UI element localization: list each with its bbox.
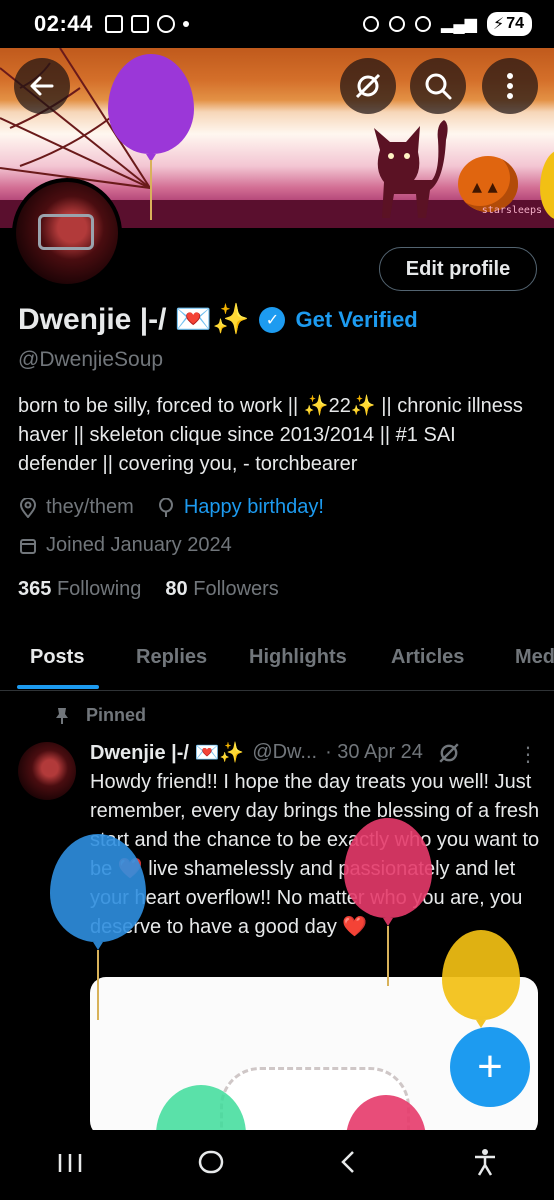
pinned-label-row: Pinned bbox=[54, 705, 146, 726]
joined-date: Joined January 2024 bbox=[46, 534, 232, 556]
balloon-blue bbox=[50, 834, 146, 942]
signal-icon: ▂▄▆ bbox=[441, 16, 477, 33]
post-text-part2: live shamelessly and passionately and le… bbox=[90, 858, 523, 938]
tab-highlights[interactable]: Highlights bbox=[249, 646, 347, 669]
display-name: Dwenjie |-/ 💌✨ bbox=[18, 303, 250, 336]
banner-signature: starsleeps bbox=[481, 205, 542, 216]
balloon-string bbox=[97, 950, 99, 1020]
system-back-button[interactable] bbox=[338, 1149, 358, 1182]
tab-articles[interactable]: Articles bbox=[391, 646, 464, 669]
notification-icons bbox=[104, 15, 189, 33]
black-cat-illustration bbox=[374, 120, 448, 218]
tab-replies[interactable]: Replies bbox=[136, 646, 207, 669]
home-circle-icon bbox=[198, 1150, 223, 1173]
home-button[interactable] bbox=[198, 1149, 224, 1182]
balloon-string bbox=[387, 926, 389, 986]
mute-icon bbox=[363, 16, 380, 32]
drum-kit-shape bbox=[38, 214, 94, 250]
post-date[interactable]: · 30 Apr 24 bbox=[325, 741, 423, 764]
following-count: 365 bbox=[18, 578, 52, 600]
battery-level: 74 bbox=[506, 15, 524, 32]
grok-icon bbox=[355, 73, 381, 99]
grok-button[interactable] bbox=[340, 58, 396, 114]
accessibility-icon bbox=[474, 1148, 495, 1176]
back-button[interactable] bbox=[14, 58, 70, 114]
following-label: Following bbox=[56, 578, 142, 600]
pinned-label: Pinned bbox=[86, 705, 147, 725]
pronouns: they/them bbox=[46, 496, 134, 518]
get-verified-link[interactable]: Get Verified bbox=[295, 307, 417, 333]
profile-tabs: Posts Replies Highlights Articles Media bbox=[0, 625, 554, 691]
followers-label: Followers bbox=[193, 578, 279, 600]
location-pin-icon bbox=[18, 497, 38, 518]
jack-o-lantern-illustration: ▴ ▴ bbox=[458, 156, 518, 212]
post-header: Dwenjie |-/ 💌✨ @Dw... · 30 Apr 24 bbox=[90, 740, 461, 765]
system-nav-bar bbox=[0, 1130, 554, 1200]
post-text: Howdy friend!! I hope the day treats you… bbox=[90, 768, 540, 942]
accessibility-button[interactable] bbox=[473, 1148, 497, 1183]
system-icons: ▂▄▆ ⚡ 74 bbox=[363, 12, 532, 36]
wifi-icon bbox=[415, 16, 432, 32]
tab-posts[interactable]: Posts bbox=[30, 646, 84, 669]
followers-link[interactable]: 80 Followers bbox=[165, 578, 278, 601]
balloon-string bbox=[150, 160, 152, 220]
balloon-pink bbox=[344, 818, 432, 918]
profile-avatar[interactable] bbox=[12, 178, 122, 288]
status-time: 02:44 bbox=[34, 11, 93, 36]
profile-bio: born to be silly, forced to work || ✨22✨… bbox=[18, 395, 523, 475]
name-row: Dwenjie |-/ 💌✨ ✓ Get Verified bbox=[18, 302, 418, 337]
search-button[interactable] bbox=[410, 58, 466, 114]
screenshot-icon bbox=[130, 15, 149, 33]
avatar-image bbox=[16, 182, 118, 284]
joined-row: Joined January 2024 bbox=[18, 534, 232, 557]
recents-icon bbox=[59, 1154, 82, 1172]
more-options-button[interactable] bbox=[482, 58, 538, 114]
battery-indicator: ⚡ 74 bbox=[486, 12, 532, 36]
post-author-name[interactable]: Dwenjie |-/ 💌✨ bbox=[90, 740, 244, 765]
verified-badge-icon[interactable]: ✓ bbox=[259, 306, 286, 333]
post-more-icon[interactable]: ⋮ bbox=[518, 742, 538, 767]
status-bar: 02:44 ▂▄▆ ⚡ 74 bbox=[0, 0, 554, 48]
heart-emoji: ❤️ bbox=[342, 916, 368, 938]
calendar-icon bbox=[18, 536, 38, 556]
birthday-link[interactable]: Happy birthday! bbox=[184, 496, 324, 519]
post-author-handle[interactable]: @Dw... bbox=[252, 741, 317, 764]
pin-icon bbox=[56, 707, 68, 724]
profile-meta-row: they/them Happy birthday! bbox=[18, 496, 324, 519]
balloon-purple bbox=[108, 54, 194, 154]
active-tab-indicator bbox=[17, 685, 99, 689]
follow-stats: 365 Following 80 Followers bbox=[18, 578, 279, 601]
edit-profile-button[interactable]: Edit profile bbox=[379, 247, 537, 291]
following-link[interactable]: 365 Following bbox=[18, 578, 141, 601]
post-author-avatar[interactable] bbox=[18, 742, 76, 800]
more-vertical-icon bbox=[507, 73, 513, 99]
compose-post-button[interactable]: + bbox=[450, 1027, 530, 1107]
balloon-icon bbox=[156, 497, 176, 518]
tab-media[interactable]: Media bbox=[515, 646, 554, 669]
more-notifications-dot bbox=[182, 21, 189, 27]
profile-handle: @DwenjieSoup bbox=[18, 348, 164, 371]
grok-icon[interactable] bbox=[437, 741, 461, 765]
recents-button[interactable] bbox=[57, 1149, 83, 1181]
snapchat-icon bbox=[156, 15, 175, 33]
chevron-left-icon bbox=[341, 1150, 355, 1173]
location-status-icon bbox=[389, 16, 406, 32]
notification-app-icon bbox=[104, 15, 123, 33]
followers-count: 80 bbox=[165, 578, 188, 600]
search-icon bbox=[425, 73, 452, 100]
back-arrow-icon bbox=[30, 76, 54, 96]
balloon-yellow bbox=[442, 930, 520, 1020]
